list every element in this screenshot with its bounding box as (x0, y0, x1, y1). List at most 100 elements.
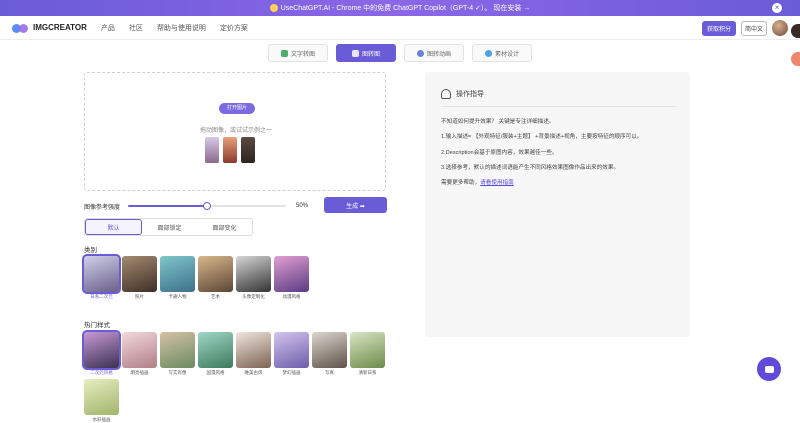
category-thumbnail (198, 256, 233, 292)
style-grid: 二次元风格 明亮插画 写实肖像 国漫风格 唯美古风 梦幻插画 写真 清新日系水彩插画 (82, 330, 394, 423)
category-card[interactable]: 日系二次元 (82, 254, 121, 300)
style-thumbnail (84, 379, 119, 415)
style-thumbnail (350, 332, 385, 368)
chat-support-button[interactable] (757, 357, 781, 381)
usage-guide-link[interactable]: 请看使用指南 (480, 180, 514, 186)
close-icon[interactable]: × (772, 3, 782, 13)
category-thumbnail (82, 254, 121, 294)
style-card[interactable]: 唯美古风 (236, 332, 271, 376)
guide-step-2: 2.Description会基于原图内容，效果越佳一些。 (441, 150, 558, 156)
nav-item-products[interactable]: 产品 (101, 23, 115, 33)
style-card[interactable]: 国漫风格 (198, 332, 233, 376)
style-thumbnail (274, 332, 309, 368)
logo-icon (12, 23, 30, 33)
category-thumbnail (122, 256, 157, 292)
brand-logo[interactable]: IMGCREATOR (12, 23, 87, 33)
promo-banner-text[interactable]: UseChatGPT.AI - Chrome 中的免费 ChatGPT Copi… (281, 3, 531, 13)
style-label: 国漫风格 (206, 370, 225, 375)
category-label: 日系二次元 (90, 294, 113, 299)
guide-intro: 不知道如何提升效果？ 关键是专注详细描述。 (441, 119, 555, 125)
get-credits-button[interactable]: 获取积分 (701, 20, 736, 36)
style-label: 二次元风格 (90, 370, 113, 375)
style-card[interactable]: 二次元风格 (82, 330, 121, 376)
tab-image-to-animation[interactable]: 图转动画 (404, 44, 464, 62)
style-thumbnail (236, 332, 271, 368)
top-actions: 获取积分 简中文 (701, 20, 788, 36)
category-label: 头像定制化 (242, 294, 265, 299)
guide-more-text: 需要更多帮助， (441, 180, 481, 186)
style-card[interactable]: 写实肖像 (160, 332, 195, 376)
nav-item-help[interactable]: 帮助与使用说明 (157, 23, 206, 33)
category-grid: 日系二次元 照片 卡通人物 艺术 头像定制化 动漫风格 (82, 254, 309, 300)
category-card[interactable]: 动漫风格 (274, 256, 309, 300)
tab-label: 图转图 (361, 51, 380, 58)
mode-face-lock[interactable]: 面部锁定 (142, 219, 197, 235)
tab-label: 文字转图 (290, 51, 315, 58)
style-thumbnail (198, 332, 233, 368)
image-upload-dropzone[interactable]: 打开图片 拖动图像，或试试示例之一 (84, 72, 386, 191)
style-thumbnail (122, 332, 157, 368)
sample-image[interactable] (205, 137, 219, 163)
style-card[interactable]: 梦幻插画 (274, 332, 309, 376)
strength-slider[interactable] (128, 202, 287, 210)
tab-label: 素材设计 (494, 51, 519, 58)
style-label: 清新日系 (358, 370, 377, 375)
language-selector[interactable]: 简中文 (740, 20, 767, 36)
upload-hint: 拖动图像，或试试示例之一 (199, 128, 272, 134)
category-card[interactable]: 头像定制化 (236, 256, 271, 300)
guide-divider (441, 106, 676, 107)
category-card[interactable]: 照片 (122, 256, 157, 300)
style-label: 唯美古风 (244, 370, 263, 375)
style-label: 写实肖像 (168, 370, 187, 375)
style-card[interactable]: 清新日系 (350, 332, 385, 376)
image-icon (351, 49, 359, 57)
styles-title: 热门样式 (84, 322, 110, 329)
category-card[interactable]: 艺术 (198, 256, 233, 300)
top-navigation: IMGCREATOR 产品 社区 帮助与使用说明 定价方案 获取积分 简中文 (0, 16, 800, 40)
mode-default[interactable]: 默认 (85, 219, 142, 235)
sidebar-toggle-icon[interactable] (791, 24, 800, 38)
style-thumbnail (160, 332, 195, 368)
category-thumbnail (236, 256, 271, 292)
tool-tabs: 文字转图 图转图 图转动画 素材设计 (0, 44, 800, 62)
category-thumbnail (160, 256, 195, 292)
sample-images (205, 137, 255, 163)
tab-design[interactable]: 素材设计 (472, 44, 532, 62)
mode-face-change[interactable]: 面部变化 (197, 219, 252, 235)
document-icon (280, 49, 288, 57)
style-card[interactable]: 明亮插画 (122, 332, 157, 376)
chat-icon (764, 365, 774, 373)
main-nav: 产品 社区 帮助与使用说明 定价方案 (101, 23, 248, 33)
user-avatar[interactable] (772, 20, 788, 36)
nav-item-pricing[interactable]: 定价方案 (220, 23, 248, 33)
style-thumbnail (312, 332, 347, 368)
style-card[interactable]: 水彩插画 (84, 379, 119, 423)
palette-icon (484, 49, 492, 57)
guide-title: 操作指导 (456, 91, 484, 98)
bell-icon (441, 89, 451, 99)
style-label: 明亮插画 (130, 370, 149, 375)
mode-selector: 默认 面部锁定 面部变化 (84, 218, 253, 236)
category-title: 类别 (84, 247, 97, 254)
cloud-icon (416, 49, 424, 57)
generate-button[interactable]: 生成 ➡ (324, 197, 387, 213)
generate-button-label: 生成 ➡ (346, 203, 365, 210)
tab-text-to-image[interactable]: 文字转图 (268, 44, 328, 62)
guide-more: 需要更多帮助，请看使用指南 (441, 178, 681, 186)
promo-banner[interactable]: UseChatGPT.AI - Chrome 中的免费 ChatGPT Copi… (0, 0, 800, 16)
category-label: 照片 (135, 294, 144, 299)
tab-image-to-image[interactable]: 图转图 (336, 44, 396, 62)
style-label: 水彩插画 (92, 417, 111, 422)
category-label: 艺术 (211, 294, 220, 299)
style-card[interactable]: 写真 (312, 332, 347, 376)
style-label: 写真 (325, 370, 334, 375)
strength-slider-handle[interactable] (203, 202, 212, 210)
sample-image[interactable] (241, 137, 255, 163)
category-card[interactable]: 卡通人物 (160, 256, 195, 300)
nav-item-community[interactable]: 社区 (129, 23, 143, 33)
sample-image[interactable] (223, 137, 237, 163)
category-label: 卡通人物 (168, 294, 187, 299)
category-thumbnail (274, 256, 309, 292)
brand-name: IMGCREATOR (33, 23, 87, 32)
open-image-button[interactable]: 打开图片 (219, 103, 255, 114)
